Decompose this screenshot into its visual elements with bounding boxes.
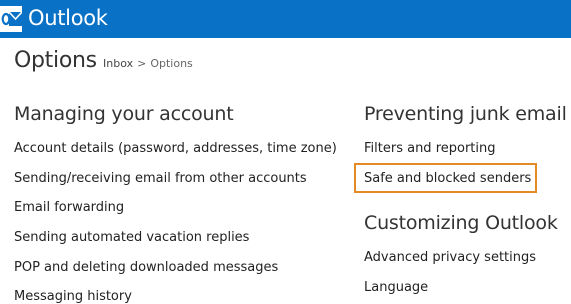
breadcrumb-current: Options [150, 57, 193, 70]
section-title-customizing: Customizing Outlook [364, 212, 558, 234]
link-messaging-history[interactable]: Messaging history [14, 289, 132, 304]
highlight-box [354, 163, 537, 193]
link-pop-deleting[interactable]: POP and deleting downloaded messages [14, 260, 278, 275]
app-name[interactable]: Outlook [28, 6, 108, 30]
breadcrumb: Inbox > Options [103, 57, 193, 70]
link-vacation-replies[interactable]: Sending automated vacation replies [14, 230, 249, 245]
link-account-details[interactable]: Account details (password, addresses, ti… [14, 141, 337, 156]
link-sending-receiving[interactable]: Sending/receiving email from other accou… [14, 171, 307, 186]
link-advanced-privacy[interactable]: Advanced privacy settings [364, 250, 536, 265]
page-title: Options [14, 48, 97, 73]
link-email-forwarding[interactable]: Email forwarding [14, 200, 124, 215]
section-title-junk-email: Preventing junk email [364, 103, 567, 125]
link-language[interactable]: Language [364, 280, 428, 295]
top-bar: Outlook [0, 0, 571, 38]
link-filters-reporting[interactable]: Filters and reporting [364, 141, 496, 156]
outlook-logo-icon[interactable] [0, 4, 22, 34]
breadcrumb-inbox[interactable]: Inbox [103, 57, 133, 70]
section-title-managing-account: Managing your account [14, 103, 234, 125]
breadcrumb-separator: > [137, 57, 147, 70]
